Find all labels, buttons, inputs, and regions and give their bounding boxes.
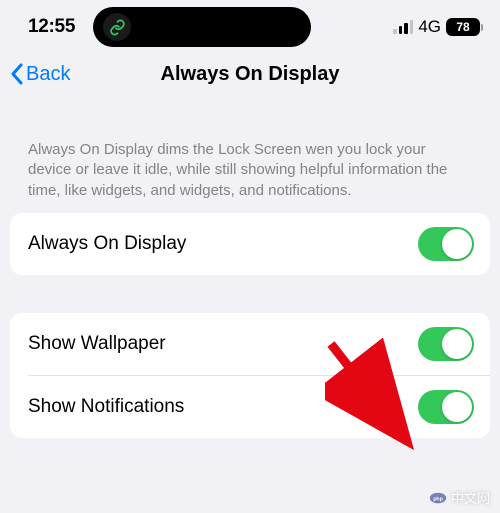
back-button[interactable]: Back — [10, 63, 70, 86]
battery-level: 78 — [456, 20, 469, 34]
settings-group-options: Show Wallpaper Show Notifications — [10, 313, 490, 438]
toggle-show-wallpaper[interactable] — [418, 327, 474, 361]
row-show-wallpaper[interactable]: Show Wallpaper — [10, 313, 490, 375]
toggle-show-notifications[interactable] — [418, 390, 474, 424]
svg-text:php: php — [433, 496, 443, 502]
row-label: Always On Display — [28, 233, 186, 255]
status-time: 12:55 — [28, 16, 75, 38]
chevron-left-icon — [10, 63, 24, 85]
toggle-knob — [442, 329, 472, 359]
page-title: Always On Display — [161, 63, 340, 86]
signal-bars-icon — [393, 20, 413, 34]
settings-group-main: Always On Display — [10, 213, 490, 275]
nav-header: Back Always On Display — [0, 50, 500, 98]
toggle-always-on-display[interactable] — [418, 227, 474, 261]
watermark: php 中文网 — [429, 488, 490, 507]
network-label: 4G — [418, 17, 441, 37]
row-always-on-display[interactable]: Always On Display — [10, 213, 490, 275]
row-label: Show Wallpaper — [28, 333, 166, 355]
battery-icon: 78 — [446, 18, 480, 36]
content: Always On Display dims the Lock Screen w… — [0, 98, 500, 438]
php-logo-icon: php — [429, 489, 447, 507]
toggle-knob — [442, 392, 472, 422]
watermark-text: 中文网 — [451, 488, 490, 507]
status-bar: 12:55 4G 78 — [0, 0, 500, 50]
link-icon — [103, 13, 131, 41]
row-show-notifications[interactable]: Show Notifications — [10, 376, 490, 438]
status-right: 4G 78 — [393, 17, 480, 37]
row-label: Show Notifications — [28, 396, 184, 418]
dynamic-island[interactable] — [93, 7, 311, 47]
description-text: Always On Display dims the Lock Screen w… — [10, 98, 490, 213]
back-label: Back — [26, 63, 70, 86]
toggle-knob — [442, 229, 472, 259]
